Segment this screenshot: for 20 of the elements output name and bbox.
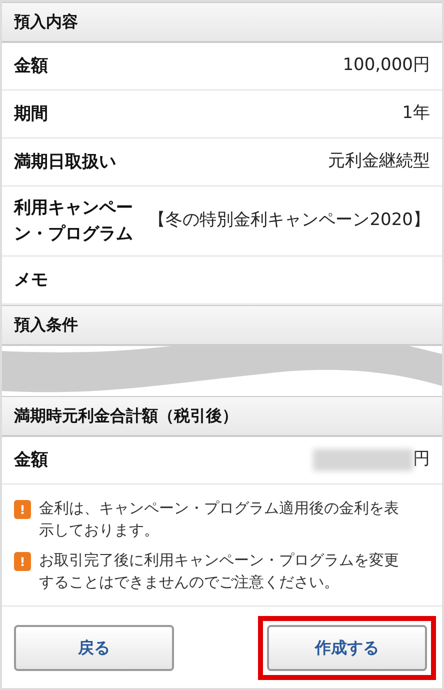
warning-icon: ! [14, 500, 31, 519]
field-value: 円 [413, 448, 430, 472]
field-value: 【冬の特別金利キャンペーン2020】 [148, 209, 430, 232]
field-value: 100,000円 [342, 54, 430, 78]
field-label: 利用キャンペーン・プログラム [14, 197, 134, 246]
field-label: 期間 [14, 103, 49, 126]
action-button[interactable]: 作成する [267, 624, 427, 670]
field-label: メモ [14, 269, 49, 292]
field-value: 1年 [402, 102, 430, 126]
field-label: 満期日取扱い [14, 151, 117, 174]
field-value: 元利金継続型 [328, 150, 430, 174]
section-header: 預入条件 [2, 305, 442, 346]
notice-text: お取引完了後に利用キャンペーン・プログラムを変更することはできませんのでご注意ください。 [39, 550, 400, 593]
notice-text: 金利は、キャンペーン・プログラム適用後の金利を表示しております。 [39, 498, 400, 541]
field-label: 金額 [14, 55, 49, 78]
warning-icon: ! [14, 552, 31, 571]
field-label: 金額 [14, 449, 49, 472]
section-header: 満期時元利金合計額（税引後） [2, 396, 442, 437]
action-button[interactable]: 戻る [14, 624, 174, 670]
section-header: 預入内容 [2, 2, 442, 43]
